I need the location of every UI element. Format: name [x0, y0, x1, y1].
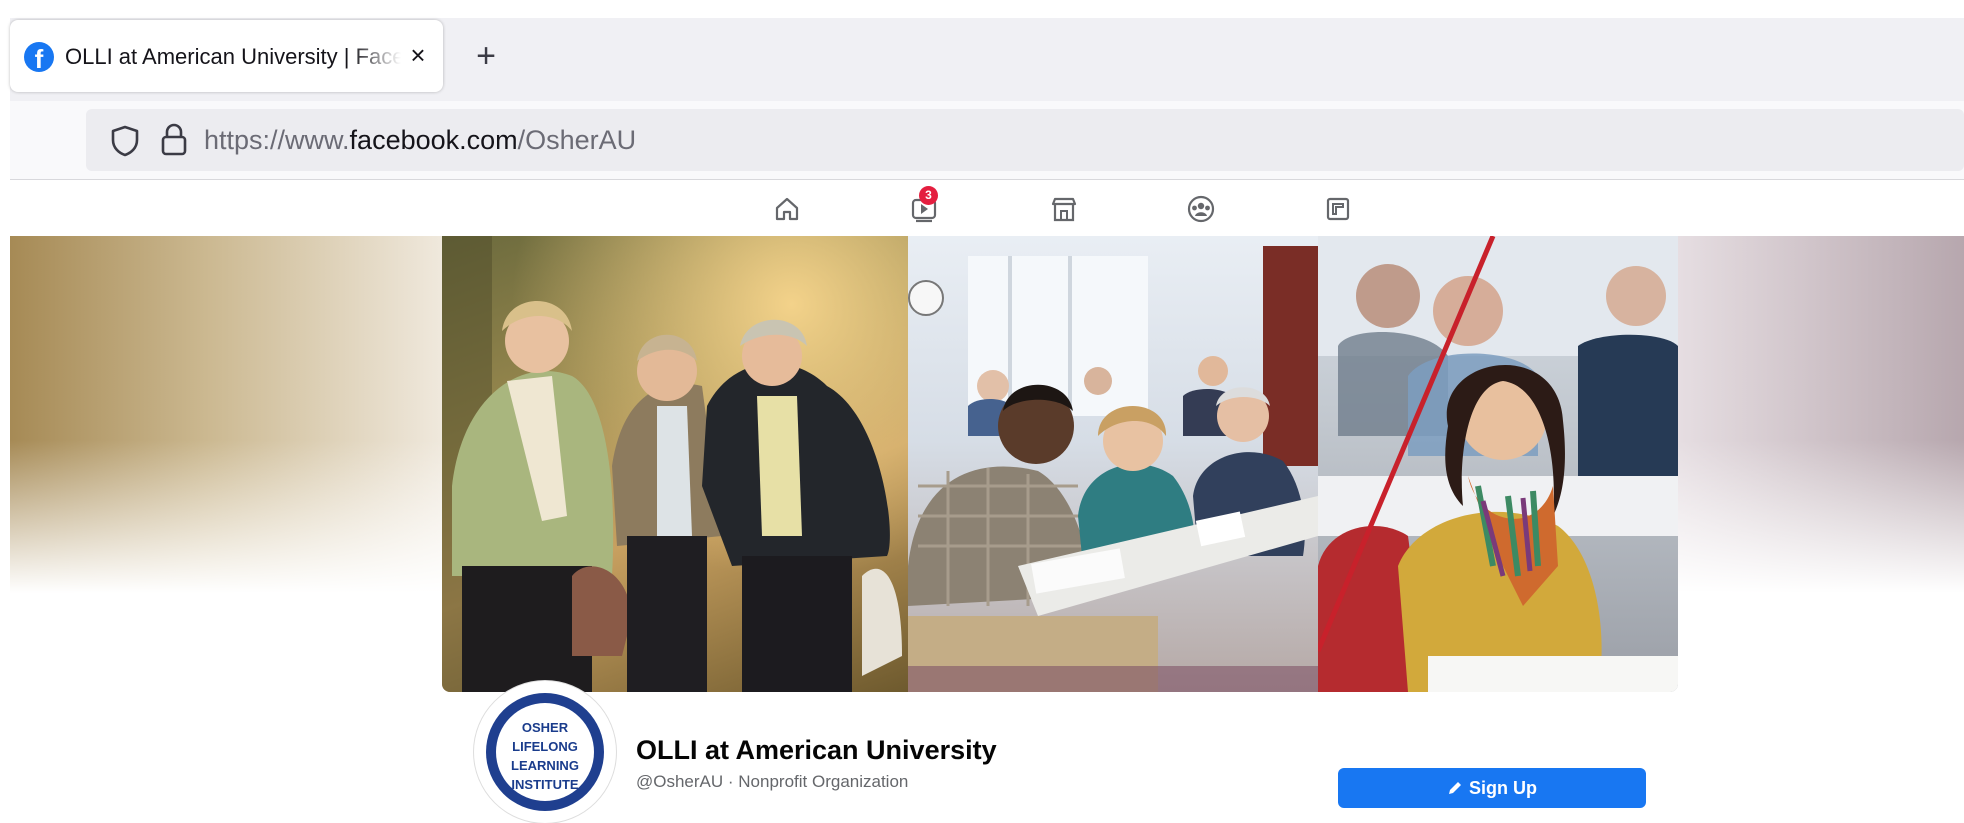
page-title: OLLI at American University [636, 735, 997, 765]
browser-toolbar: https://www.facebook.com/OsherAU [10, 101, 1964, 180]
logo-text-line: LIFELONG [512, 739, 578, 754]
outdoor-walk-photo [442, 236, 908, 692]
url-text[interactable]: https://www.facebook.com/OsherAU [204, 123, 636, 157]
classroom-photo [908, 236, 1318, 692]
groups-icon[interactable] [1181, 189, 1221, 229]
facebook-top-nav [10, 180, 1964, 236]
logo-text-line: INSTITUTE [511, 777, 579, 792]
facebook-icon: f [24, 42, 54, 72]
browser-tab[interactable]: f OLLI at American University | Facebook… [10, 20, 443, 92]
student-photo [1318, 236, 1678, 692]
logo-text-line: LEARNING [511, 758, 579, 773]
url-domain: facebook.com [349, 125, 518, 155]
pencil-icon [1449, 782, 1461, 794]
notification-badge: 3 [919, 186, 938, 205]
sign-up-button[interactable]: Sign Up [1338, 768, 1646, 808]
new-tab-button[interactable]: + [466, 38, 506, 78]
tab-title: OLLI at American University | Facebook [65, 44, 401, 69]
address-bar[interactable]: https://www.facebook.com/OsherAU [86, 109, 1964, 171]
shield-icon[interactable] [110, 125, 140, 157]
url-path: /OsherAU [517, 125, 637, 155]
close-tab-icon[interactable]: × [403, 40, 433, 70]
logo-text-line: OSHER [521, 720, 569, 735]
home-icon[interactable] [767, 189, 807, 229]
page-handle-category: @OsherAU · Nonprofit Organization [636, 772, 909, 791]
profile-picture[interactable]: OSHER LIFELONG LEARNING INSTITUTE [474, 681, 616, 823]
sign-up-label: Sign Up [1469, 777, 1537, 798]
url-prefix: https://www. [204, 125, 350, 155]
gaming-icon[interactable] [1318, 189, 1358, 229]
cover-photo[interactable] [442, 236, 1678, 692]
lock-icon[interactable] [160, 123, 188, 157]
logo-ring: OSHER LIFELONG LEARNING INSTITUTE [486, 693, 604, 811]
browser-tab-strip: f OLLI at American University | Facebook… [0, 0, 1964, 101]
marketplace-icon[interactable] [1044, 189, 1084, 229]
